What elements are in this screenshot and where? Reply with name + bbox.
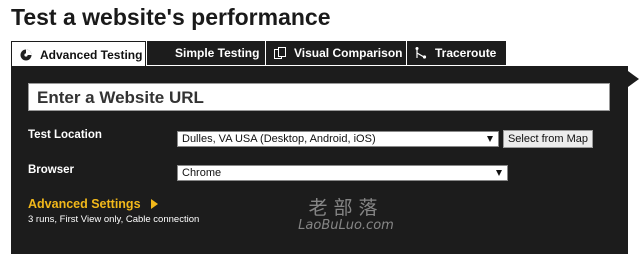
page-title: Test a website's performance — [11, 4, 331, 30]
chevron-down-icon — [487, 136, 493, 142]
tab-visual-comparison[interactable]: Visual Comparison — [266, 41, 406, 65]
url-input[interactable]: Enter a Website URL — [28, 83, 610, 111]
browser-label: Browser — [28, 164, 75, 176]
test-location-select[interactable]: Dulles, VA USA (Desktop, Android, iOS) — [177, 131, 499, 147]
panel-arrow — [628, 71, 639, 87]
play-arrow-icon — [150, 199, 158, 209]
test-type-tabs: Advanced Testing Simple Testing Visual C… — [11, 41, 507, 67]
chevron-down-icon — [496, 170, 502, 176]
tab-label: Traceroute — [435, 46, 497, 60]
watermark-sub: LaoBuLuo.com — [298, 218, 394, 233]
tab-label: Advanced Testing — [40, 47, 143, 62]
tab-simple-testing[interactable]: Simple Testing — [147, 41, 265, 65]
browser-value: Chrome — [182, 167, 222, 179]
watermark: 老部落 LaoBuLuo.com — [287, 193, 405, 233]
tab-advanced-testing[interactable]: Advanced Testing — [11, 41, 146, 67]
advanced-settings-label: Advanced Settings — [28, 197, 141, 211]
select-from-map-button[interactable]: Select from Map — [503, 130, 593, 148]
traceroute-icon — [415, 47, 427, 59]
browser-select[interactable]: Chrome — [177, 165, 508, 181]
gauge-icon — [20, 49, 32, 61]
advanced-settings-summary: 3 runs, First View only, Cable connectio… — [28, 214, 200, 225]
test-location-label: Test Location — [28, 129, 102, 141]
tab-label: Simple Testing — [175, 46, 260, 60]
tab-traceroute[interactable]: Traceroute — [407, 41, 506, 65]
advanced-settings-toggle[interactable]: Advanced Settings — [28, 197, 158, 211]
tab-label: Visual Comparison — [294, 46, 403, 60]
test-location-value: Dulles, VA USA (Desktop, Android, iOS) — [182, 133, 376, 145]
watermark-main: 老部落 — [308, 197, 384, 219]
compare-icon — [274, 47, 286, 59]
